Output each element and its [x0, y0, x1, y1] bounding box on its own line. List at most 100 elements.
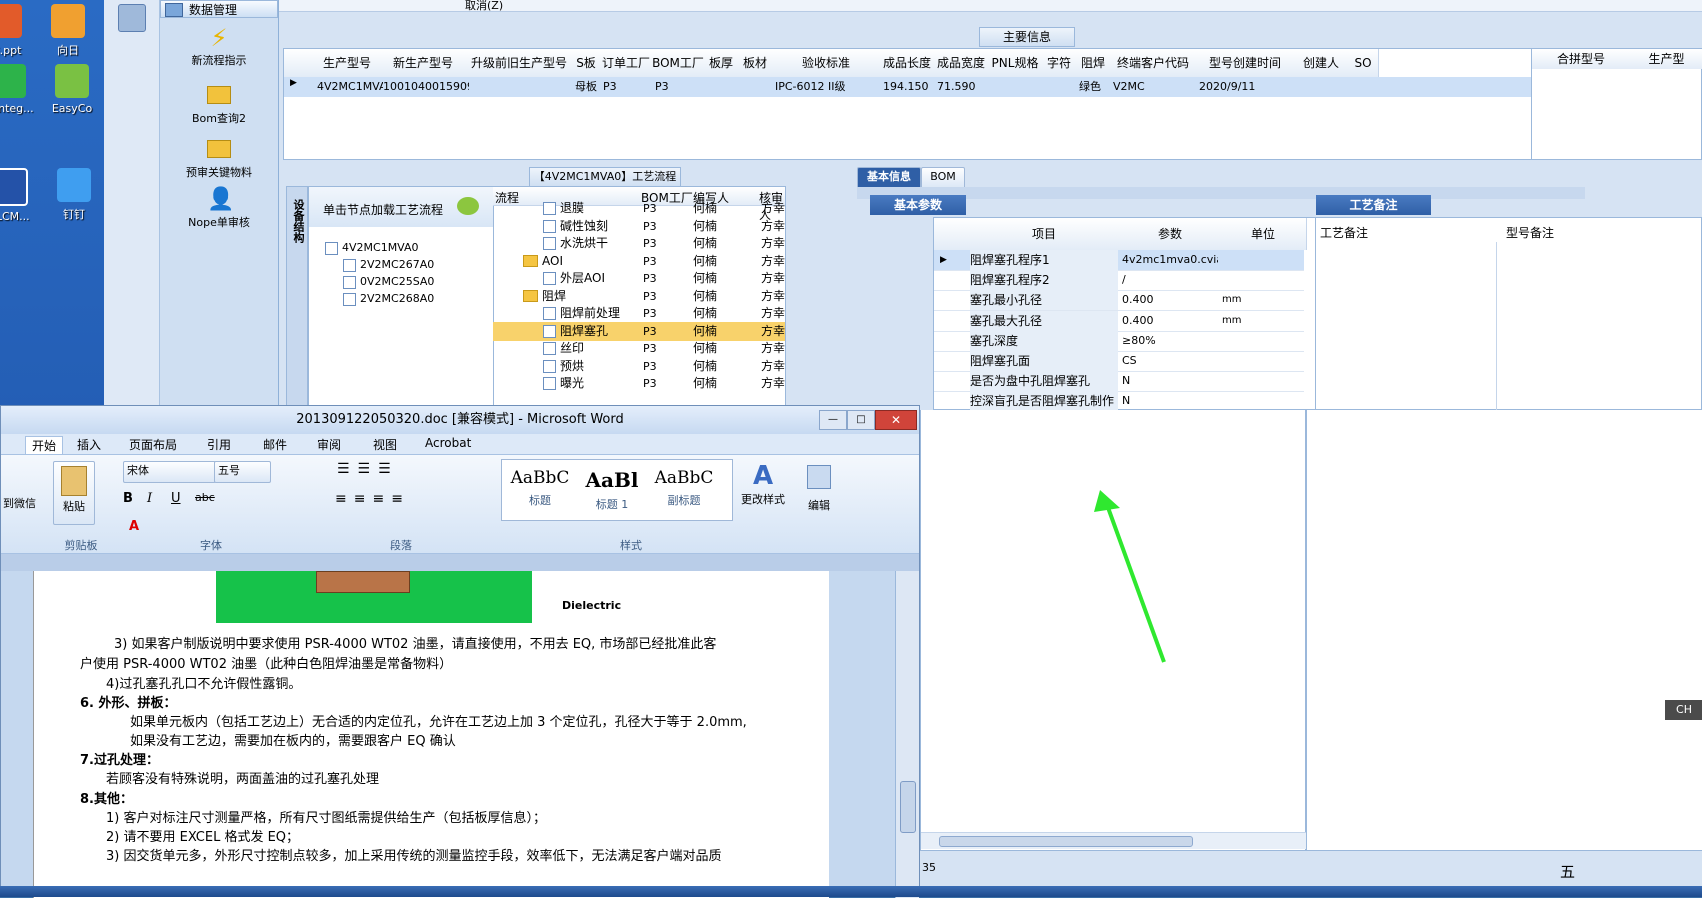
table-row[interactable]: 丝印P3何楠方幸幸已审核 — [493, 339, 785, 358]
column-header[interactable]: 成品宽度 — [934, 49, 989, 77]
column-header[interactable]: 生产型 — [1630, 49, 1702, 69]
scroll-thumb[interactable] — [900, 781, 916, 833]
column-header[interactable]: 成品长度 — [880, 49, 935, 77]
style-option[interactable]: AaBbC 副标题 — [650, 462, 718, 518]
doc-paragraph[interactable]: 3) 如果客户制版说明中要求使用 PSR-4000 WT02 油墨，请直接使用，… — [114, 633, 716, 652]
column-header[interactable]: 升级前旧生产型号 — [466, 49, 573, 77]
align-buttons[interactable]: ≡≡≡≡ — [335, 491, 475, 511]
font-color-button[interactable]: A — [129, 519, 139, 534]
table-cell[interactable]: P3 — [652, 77, 707, 97]
nav-tab-data-management[interactable]: 数据管理 — [160, 0, 278, 18]
nav-item-nope-review[interactable]: 👤 Nope单审核 — [160, 188, 278, 230]
tab-bom[interactable]: BOM — [921, 167, 965, 189]
table-row[interactable]: AOIP3何楠方幸幸已审核 — [493, 252, 785, 271]
font-size-select[interactable]: 五号 — [214, 461, 271, 483]
param-row[interactable]: 阻焊塞孔程序2/ — [934, 270, 1304, 292]
column-header[interactable]: 板厚 — [704, 49, 739, 77]
table-cell[interactable] — [988, 77, 1045, 97]
param-row[interactable]: 塞孔最大孔径 0.400 mm — [934, 310, 1304, 332]
doc-paragraph[interactable]: 如果没有工艺边，需要加在板内的，需要跟客户 EQ 确认 — [130, 730, 456, 749]
column-header[interactable]: 终端客户代码 — [1110, 49, 1197, 77]
column-header[interactable]: 生产型号 — [314, 49, 381, 77]
table-cell[interactable]: IPC-6012 II级 — [772, 77, 883, 97]
table-cell[interactable] — [1348, 77, 1381, 97]
doc-paragraph[interactable]: 2) 请不要用 EXCEL 格式发 EQ； — [106, 826, 299, 845]
ribbon-tab[interactable]: 引用 — [207, 436, 231, 453]
doc-paragraph[interactable]: 3) 因交货单元多，外形尺寸控制点较多，加上采用传统的测量监控手段，效率低下，无… — [106, 845, 721, 864]
column-header[interactable]: 验收标准 — [772, 49, 881, 77]
column-header[interactable]: 板材 — [738, 49, 773, 77]
table-cell[interactable]: 绿色 — [1076, 77, 1113, 97]
table-row[interactable]: 阻焊前处理P3何楠方幸幸已审核 — [493, 304, 785, 323]
column-header[interactable]: S板 — [572, 49, 601, 77]
table-cell[interactable] — [466, 77, 575, 97]
doc-paragraph[interactable]: 6. 外形、拼板： — [80, 692, 177, 711]
ribbon-tab[interactable]: 开始 — [25, 436, 64, 455]
doc-paragraph[interactable]: 7.过孔处理： — [80, 749, 159, 768]
table-row[interactable]: 预烘P3何楠方幸幸已审核 — [493, 357, 785, 376]
table-row[interactable]: 外层AOIP3何楠方幸幸已审核 — [493, 269, 785, 288]
table-row-selected[interactable]: ▶ 4V2MC1MVA010010400159093母板P3P3IPC-6012… — [284, 77, 1534, 97]
ribbon-tab[interactable]: 视图 — [373, 436, 397, 453]
doc-paragraph[interactable]: 如果单元板内（包括工艺边上）无合适的内定位孔，允许在工艺边上加 3 个定位孔，孔… — [130, 711, 747, 730]
edit-button[interactable]: 编辑 — [801, 461, 837, 521]
param-row[interactable]: 塞孔最小孔径 0.400 mm — [934, 290, 1304, 312]
column-header[interactable]: BOM工厂 — [652, 49, 705, 77]
column-header[interactable]: 订单工厂 — [600, 49, 653, 77]
doc-paragraph[interactable]: 户使用 PSR-4000 WT02 油墨（此种白色阻焊油墨是常备物料） — [80, 653, 452, 672]
table-cell[interactable]: 71.590 — [934, 77, 991, 97]
column-header[interactable]: 合拼型号 — [1532, 49, 1631, 69]
table-cell[interactable] — [704, 77, 741, 97]
tree-node[interactable]: 2V2MC268A0 — [343, 292, 434, 306]
desktop-icon-sunlogin[interactable]: 向日 — [38, 4, 98, 58]
font-name-select[interactable]: 宋体 — [123, 461, 216, 483]
nav-item-new-flow[interactable]: ⚡ 新流程指示 — [160, 26, 278, 68]
lang-indicator[interactable]: CH — [1665, 700, 1702, 720]
tree-node[interactable]: 4V2MC1MVA0 — [325, 241, 419, 255]
subtab-basic-params[interactable]: 基本参数 — [870, 195, 966, 215]
change-style-button[interactable]: A 更改样式 — [737, 461, 789, 521]
maximize-button[interactable]: □ — [847, 410, 875, 430]
table-cell[interactable] — [738, 77, 775, 97]
tab-basic-info[interactable]: 基本信息 — [857, 167, 921, 189]
column-header[interactable]: 单位 — [1220, 218, 1307, 250]
table-cell[interactable] — [1294, 77, 1351, 97]
scroll-thumb[interactable] — [939, 836, 1193, 847]
nav-item-bom-query[interactable]: Bom查询2 — [160, 82, 278, 126]
doc-paragraph[interactable]: 1) 客户对标注尺寸测量严格，所有尺寸图纸需提供给生产（包括板厚信息）； — [106, 807, 546, 826]
table-cell[interactable]: 母板 — [572, 77, 603, 97]
column-header[interactable]: 参数 — [1120, 218, 1221, 250]
underline-button[interactable]: U — [171, 491, 181, 506]
bold-button[interactable]: B — [123, 491, 133, 506]
tree-node[interactable]: 2V2MC267A0 — [343, 258, 434, 272]
list-buttons[interactable]: ☰☰☰ — [337, 461, 477, 481]
column-header[interactable]: 型号创建时间 — [1196, 49, 1295, 77]
ribbon-tab[interactable]: 邮件 — [263, 436, 287, 453]
table-row[interactable]: 水洗烘干P3何楠方幸幸已审核 — [493, 234, 785, 253]
table-row[interactable]: 碱性蚀刻P3何楠方幸幸已审核 — [493, 217, 785, 236]
ribbon-tab[interactable]: Acrobat — [425, 436, 471, 450]
column-header[interactable]: 阻焊 — [1076, 49, 1111, 77]
column-header[interactable]: PNL规格 — [988, 49, 1043, 77]
column-header[interactable]: 创建人 — [1294, 49, 1349, 77]
param-row[interactable]: 塞孔深度 ≥80% — [934, 330, 1304, 352]
table-row[interactable]: 曝光P3何楠方幸幸已审核 — [493, 374, 785, 393]
ribbon-tab[interactable]: 页面布局 — [129, 436, 177, 453]
doc-paragraph[interactable]: 4)过孔塞孔孔口不允许假性露铜。 — [106, 673, 301, 692]
italic-button[interactable]: I — [147, 491, 152, 506]
param-row[interactable]: 阻焊塞孔面 CS — [934, 351, 1304, 372]
desktop-icon-easyco[interactable]: EasyCo — [40, 64, 104, 115]
strikethrough-button[interactable]: abc — [195, 491, 215, 504]
tab-process-remarks[interactable]: 工艺备注 — [1316, 195, 1431, 215]
param-row[interactable]: ▶ 阻焊塞孔程序1 4v2mc1mva0.cvia — [934, 250, 1304, 271]
table-row[interactable]: 退膜P3何楠方幸幸已审核 — [493, 199, 785, 218]
column-header[interactable]: 新生产型号 — [380, 49, 467, 77]
column-header[interactable]: 项目 — [968, 218, 1121, 250]
table-row[interactable]: 阻焊P3何楠方幸幸已审核 — [493, 287, 785, 306]
paste-button[interactable]: 粘贴 — [53, 461, 95, 525]
calculator-icon[interactable] — [118, 4, 146, 32]
document-page[interactable]: Dielectric 3) 如果客户制版说明中要求使用 PSR-4000 WT0… — [33, 571, 829, 898]
style-gallery[interactable]: AaBbC 标题 AaBl 标题 1 AaBbC 副标题 — [501, 459, 733, 521]
vertical-tab[interactable]: 设备结构 — [286, 186, 308, 410]
nav-item-prereview[interactable]: 预审关键物料 — [160, 136, 278, 180]
